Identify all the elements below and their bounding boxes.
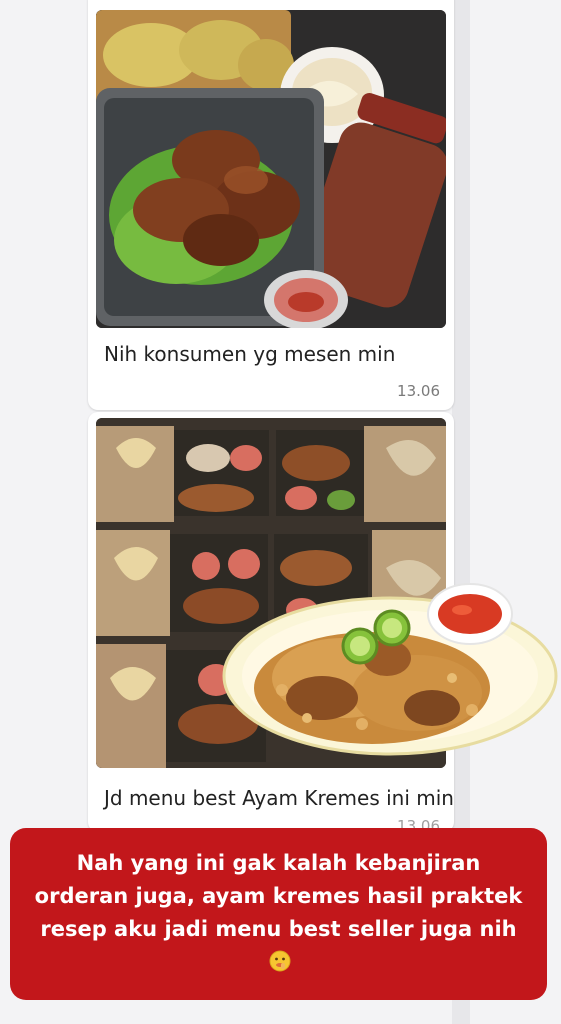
- message-caption-2: Jd menu best Ayam Kremes ini min: [104, 786, 454, 810]
- fried-chicken-photo: [96, 10, 446, 328]
- chat-photo-1[interactable]: [96, 10, 446, 328]
- message-caption-1: Nih konsumen yg mesen min: [104, 342, 396, 366]
- promo-banner: Nah yang ini gak kalah kebanjiran ordera…: [10, 828, 547, 1000]
- shushing-face-emoji-icon: [269, 949, 291, 982]
- chat-bubble-1[interactable]: Nih konsumen yg mesen min 13.06: [88, 0, 454, 410]
- message-time-1: 13.06: [397, 382, 440, 400]
- ayam-kremes-plate-image: [222, 578, 560, 756]
- banner-text: Nah yang ini gak kalah kebanjiran ordera…: [34, 850, 523, 941]
